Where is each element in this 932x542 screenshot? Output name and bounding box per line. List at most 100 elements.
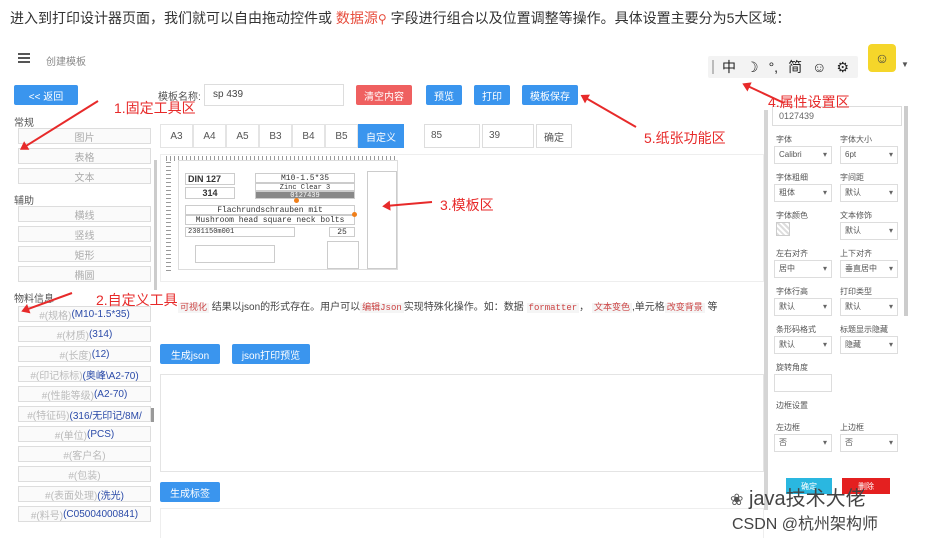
label-lot[interactable]: 2301150m001 <box>185 227 295 237</box>
breadcrumb[interactable]: 创建模板 <box>46 53 86 68</box>
ime-simplified-icon[interactable]: 简 <box>788 57 802 77</box>
main-scrollbar[interactable] <box>764 110 768 510</box>
rotate-input[interactable] <box>774 374 832 392</box>
field-placeholder: #(单位) <box>54 430 87 442</box>
font-color-picker[interactable] <box>776 222 790 236</box>
json-print-preview-button[interactable]: json打印预览 <box>232 344 310 364</box>
label-qty[interactable]: 25 <box>329 227 355 237</box>
paper-width-input[interactable]: 85 <box>424 124 480 148</box>
drag-handle[interactable] <box>294 198 299 203</box>
fields-scrollbar[interactable] <box>151 408 154 422</box>
h-align-select[interactable]: 居中 ▾ <box>774 260 832 278</box>
menu-icon[interactable] <box>18 53 30 63</box>
size-a3[interactable]: A3 <box>160 124 193 148</box>
drag-handle[interactable] <box>352 212 357 217</box>
wechat-icon: ❀ <box>730 492 744 509</box>
tool-table[interactable]: 表格 <box>18 148 151 164</box>
print-type-select[interactable]: 默认 ▾ <box>840 298 898 316</box>
v-align-select[interactable]: 垂直居中 ▾ <box>840 260 898 278</box>
prop-label: 上下对齐 <box>840 249 872 258</box>
print-button[interactable]: 打印 <box>474 85 510 105</box>
designer-screenshot: 创建模板 中 ☽ °, 简 ☺ ⚙ ☺ ▼ << 返回 常规 图片 表格 文本 … <box>8 40 920 540</box>
label-image-3[interactable] <box>367 171 397 269</box>
label-code[interactable]: 314 <box>185 187 235 199</box>
right-scrollbar[interactable] <box>904 106 908 316</box>
label-de[interactable]: Flachrundschrauben mit <box>185 205 355 215</box>
chevron-down-icon: ▾ <box>888 226 893 235</box>
back-button[interactable]: << 返回 <box>14 85 78 105</box>
top-border-select[interactable]: 否 ▾ <box>840 434 898 452</box>
chevron-down-icon[interactable]: ▼ <box>901 60 909 69</box>
field-item[interactable]: #(特征码) (316/无印记/8M/ <box>18 406 151 422</box>
left-scrollbar[interactable] <box>154 160 157 290</box>
ime-lang-icon[interactable]: 中 <box>722 57 736 77</box>
field-item[interactable]: #(客户名) <box>18 446 151 462</box>
field-item[interactable]: #(长度) (12) <box>18 346 151 362</box>
ime-settings-icon[interactable]: ⚙ <box>836 59 849 76</box>
field-value: (洗光) <box>97 490 124 502</box>
field-item[interactable]: #(印记标标) (奥峰\A2-70) <box>18 366 151 382</box>
ime-moon-icon[interactable]: ☽ <box>746 59 759 76</box>
tool-vline[interactable]: 竖线 <box>18 226 151 242</box>
text-decoration-select[interactable]: 默认 ▾ <box>840 222 898 240</box>
annotation-arrow <box>581 95 637 128</box>
label-image-2[interactable] <box>327 241 359 269</box>
field-item[interactable]: #(性能等级) (A2-70) <box>18 386 151 402</box>
font-weight-select[interactable]: 粗体 ▾ <box>774 184 832 202</box>
size-a4[interactable]: A4 <box>193 124 226 148</box>
prop-label: 字间距 <box>840 173 864 182</box>
preview-button[interactable]: 预览 <box>426 85 462 105</box>
field-item[interactable]: #(材质) (314) <box>18 326 151 342</box>
json-editor[interactable] <box>160 374 764 472</box>
size-b5[interactable]: B5 <box>325 124 358 148</box>
clear-button[interactable]: 清空内容 <box>356 85 412 105</box>
save-template-button[interactable]: 模板保存 <box>522 85 578 105</box>
select-value: 默认 <box>779 340 795 349</box>
size-b4[interactable]: B4 <box>292 124 325 148</box>
size-confirm-button[interactable]: 确定 <box>536 124 572 148</box>
field-item[interactable]: #(包装) <box>18 466 151 482</box>
size-custom[interactable]: 自定义 <box>358 124 404 148</box>
tool-ellipse[interactable]: 椭圆 <box>18 266 151 282</box>
font-size-select[interactable]: 6pt ▾ <box>840 146 898 164</box>
barcode-format-select[interactable]: 默认 ▾ <box>774 336 832 354</box>
label-spec[interactable]: M10-1.5*35 <box>255 173 355 183</box>
field-item[interactable]: #(单位) (PCS) <box>18 426 151 442</box>
ruler-left <box>166 162 171 272</box>
select-value: 默认 <box>845 226 861 235</box>
font-select[interactable]: Calibri ▾ <box>774 146 832 164</box>
tool-text[interactable]: 文本 <box>18 168 151 184</box>
label-image-1[interactable] <box>195 245 275 263</box>
label-preview: DIN 127 314 M10-1.5*35 Zinc Clear 3 0127… <box>178 160 398 270</box>
title-visibility-select[interactable]: 隐藏 ▾ <box>840 336 898 354</box>
field-item[interactable]: #(表面处理) (洗光) <box>18 486 151 502</box>
ime-handle[interactable] <box>712 60 714 74</box>
avatar[interactable]: ☺ <box>868 44 896 72</box>
generate-json-button[interactable]: 生成json <box>160 344 220 364</box>
field-placeholder: #(包装) <box>68 470 101 482</box>
label-din[interactable]: DIN 127 <box>185 173 235 185</box>
tool-rect[interactable]: 矩形 <box>18 246 151 262</box>
border-settings-label: 边框设置 <box>776 401 808 410</box>
section-aux: 辅助 <box>14 196 34 207</box>
field-item[interactable]: #(料号) (C05004000841) <box>18 506 151 522</box>
datasource-link[interactable]: 数据源 <box>336 10 378 26</box>
ime-emoji-icon[interactable]: ☺ <box>812 59 826 75</box>
label-line2[interactable]: Zinc Clear 3 <box>255 183 355 192</box>
hint-text: ,单元格 <box>631 302 665 313</box>
label-en[interactable]: Mushroom head square neck bolts <box>185 215 355 225</box>
left-border-select[interactable]: 否 ▾ <box>774 434 832 452</box>
generate-label-button[interactable]: 生成标签 <box>160 482 220 502</box>
field-placeholder: #(长度) <box>59 350 92 362</box>
label-barcode[interactable]: 0127439 <box>255 191 355 200</box>
paper-height-input[interactable]: 39 <box>482 124 534 148</box>
tool-hline[interactable]: 横线 <box>18 206 151 222</box>
left-border-label: 左边框 <box>776 423 800 432</box>
size-a5[interactable]: A5 <box>226 124 259 148</box>
ime-punct-icon[interactable]: °, <box>769 59 779 75</box>
ime-toolbar: 中 ☽ °, 简 ☺ ⚙ <box>708 56 858 78</box>
template-name-input[interactable]: sp 439 <box>204 84 344 106</box>
letter-spacing-select[interactable]: 默认 ▾ <box>840 184 898 202</box>
size-b3[interactable]: B3 <box>259 124 292 148</box>
line-height-select[interactable]: 默认 ▾ <box>774 298 832 316</box>
